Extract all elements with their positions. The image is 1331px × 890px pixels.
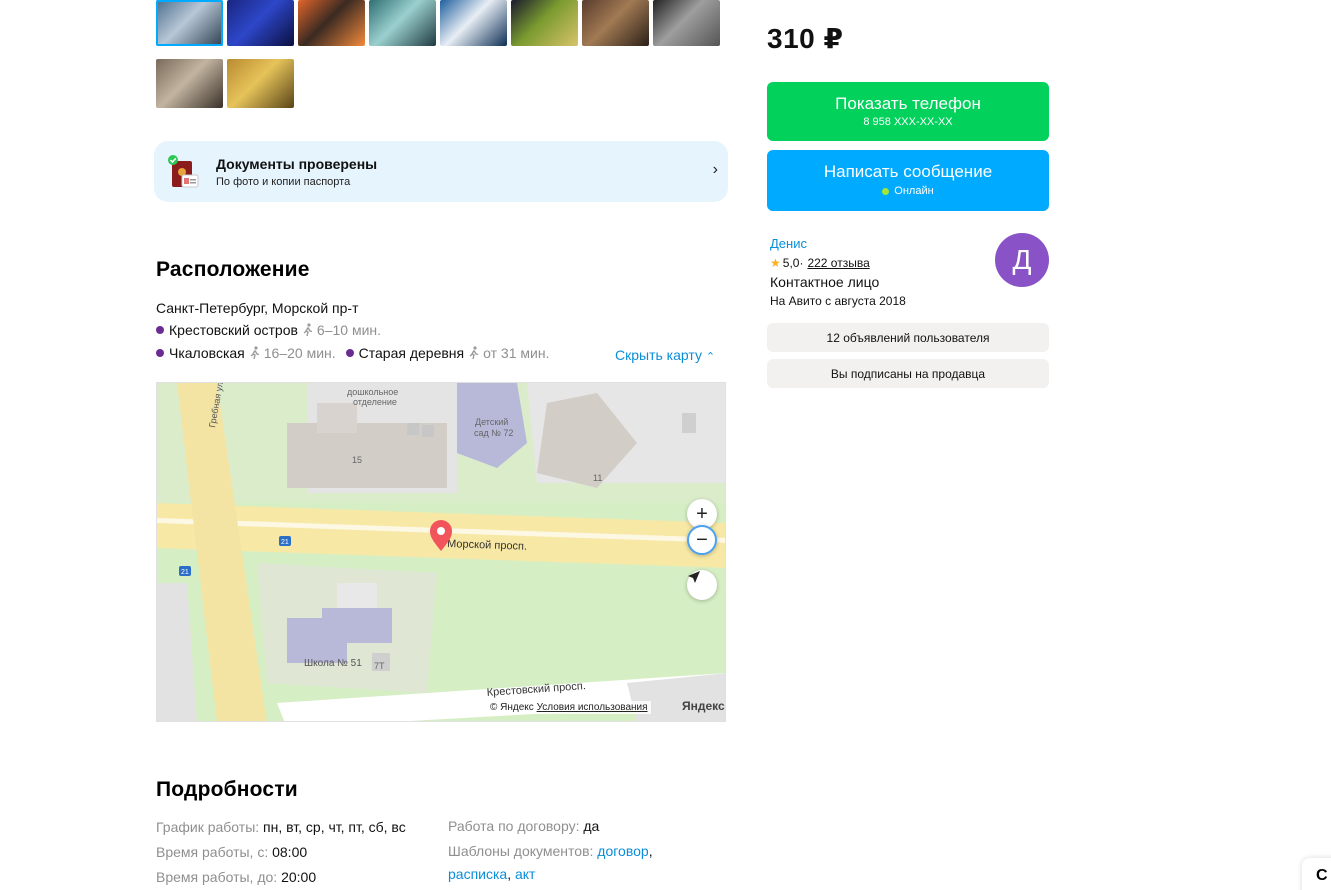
online-indicator xyxy=(882,187,890,195)
svg-text:дошкольное: дошкольное xyxy=(347,387,398,397)
subscribed-button[interactable]: Вы подписаны на продавца xyxy=(767,359,1049,388)
reviews-link[interactable]: 222 отзыва xyxy=(807,256,869,270)
yandex-logo: Яндекс xyxy=(682,699,725,713)
thumb-2[interactable] xyxy=(227,0,294,46)
metro-line-dot xyxy=(156,326,164,334)
detail-row: Время работы, до: 20:00 xyxy=(156,869,317,885)
metro-station: Старая деревня от 31 мин. xyxy=(345,345,549,361)
user-listings-button[interactable]: 12 объявлений пользователя xyxy=(767,323,1049,352)
template-link[interactable]: договор xyxy=(597,843,648,859)
svg-text:11: 11 xyxy=(593,473,602,483)
metro-line-1: Крестовский остров 6–10 мин. xyxy=(156,322,391,338)
member-since: На Авито с августа 2018 xyxy=(770,294,906,308)
write-message-button[interactable]: Написать сообщение Онлайн xyxy=(767,150,1049,211)
details-heading: Подробности xyxy=(156,778,298,801)
map-canvas: дошкольное отделение Детский сад № 72 15… xyxy=(157,383,725,721)
thumb-4[interactable] xyxy=(369,0,436,46)
svg-text:Детский: Детский xyxy=(475,417,508,427)
phone-number: 8 958 XXX-XX-XX xyxy=(863,116,953,128)
metro-station-name: Крестовский остров xyxy=(169,322,298,338)
price: 310 ₽ xyxy=(767,23,844,54)
metro-station: Чкаловская 16–20 мин. xyxy=(156,345,336,361)
location-arrow-icon xyxy=(688,571,700,583)
location-heading: Расположение xyxy=(156,258,310,281)
metro-station-name: Старая деревня xyxy=(358,345,465,361)
map-terms-link[interactable]: Условия использования xyxy=(537,702,648,713)
svg-text:отделение: отделение xyxy=(353,397,397,407)
zoom-out-button[interactable]: − xyxy=(687,525,717,555)
walking-icon xyxy=(250,346,259,360)
detail-row: Шаблоны документов: договор, расписка, а… xyxy=(448,843,653,882)
walk-time: 6–10 мин. xyxy=(302,322,381,338)
detail-row: Время работы, с: 08:00 xyxy=(156,844,308,860)
thumb-3[interactable] xyxy=(298,0,365,46)
contact-person-label: Контактное лицо xyxy=(770,274,880,290)
thumb-5[interactable] xyxy=(440,0,507,46)
metro-line-2: Чкаловская 16–20 мин. Старая деревня от … xyxy=(156,345,559,361)
thumb-6[interactable] xyxy=(511,0,578,46)
walking-icon xyxy=(469,346,479,360)
svg-text:21: 21 xyxy=(281,539,289,546)
locate-me-button[interactable] xyxy=(687,570,717,600)
show-phone-button[interactable]: Показать телефон 8 958 XXX-XX-XX xyxy=(767,82,1049,141)
address: Санкт-Петербург, Морской пр-т xyxy=(156,300,359,316)
svg-text:21: 21 xyxy=(181,569,189,576)
documents-title: Документы проверены xyxy=(216,155,378,172)
template-link[interactable]: расписка xyxy=(448,866,507,882)
walking-icon xyxy=(303,323,313,337)
thumb-10[interactable] xyxy=(227,59,294,108)
walk-time: 16–20 мин. xyxy=(249,345,336,361)
metro-station: Крестовский остров 6–10 мин. xyxy=(156,322,381,338)
svg-text:сад № 72: сад № 72 xyxy=(474,428,513,438)
thumb-7[interactable] xyxy=(582,0,649,46)
walk-time: от 31 мин. xyxy=(468,345,549,361)
seller-name-link[interactable]: Денис xyxy=(770,236,807,251)
map-copyright: © Яндекс Условия использования xyxy=(487,701,651,714)
passport-icon xyxy=(168,154,202,189)
svg-text:7Т: 7Т xyxy=(374,661,385,671)
hide-map-link[interactable]: Скрыть карту ⌃ xyxy=(615,347,715,363)
avatar[interactable]: Д xyxy=(995,233,1049,287)
svg-text:Школа № 51: Школа № 51 xyxy=(304,658,362,669)
metro-station-name: Чкаловская xyxy=(169,345,245,361)
thumb-8[interactable] xyxy=(653,0,720,46)
metro-line-dot xyxy=(156,349,164,357)
template-link[interactable]: акт xyxy=(515,866,535,882)
details-left: График работы: пн, вт, ср, чт, пт, сб, в… xyxy=(156,815,406,890)
thumb-1[interactable] xyxy=(156,0,223,46)
thumb-9[interactable] xyxy=(156,59,223,108)
details-right: Работа по договору: да Шаблоны документо… xyxy=(448,815,708,886)
chevron-up-icon: ⌃ xyxy=(705,351,716,363)
corner-button[interactable]: С xyxy=(1302,858,1331,890)
star-icon: ★ xyxy=(770,256,781,270)
detail-row: Работа по договору: да xyxy=(448,818,600,834)
documents-subtitle: По фото и копии паспорта xyxy=(216,175,351,188)
seller-rating: ★ 5,0 · 222 отзыва xyxy=(770,256,870,270)
svg-text:15: 15 xyxy=(352,455,362,465)
metro-line-dot xyxy=(345,349,354,357)
online-status: Онлайн xyxy=(894,185,934,197)
map[interactable]: дошкольное отделение Детский сад № 72 15… xyxy=(156,382,726,722)
detail-row: График работы: пн, вт, ср, чт, пт, сб, в… xyxy=(156,819,406,835)
documents-verified-banner[interactable]: Документы проверены По фото и копии пасп… xyxy=(154,141,728,202)
chevron-right-icon: › xyxy=(712,161,718,178)
